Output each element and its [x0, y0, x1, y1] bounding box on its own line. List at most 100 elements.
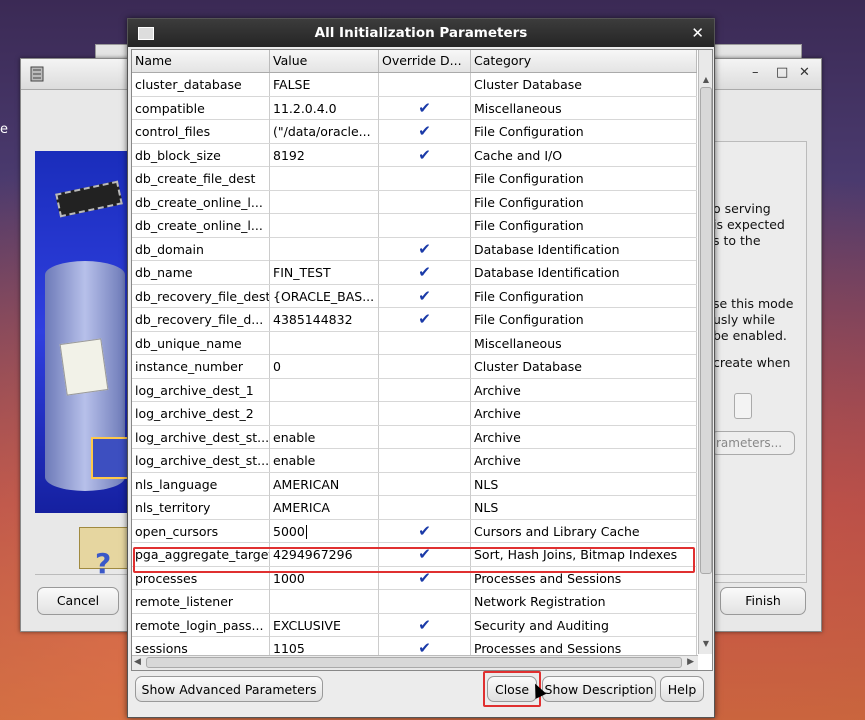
override-cell[interactable] [379, 402, 471, 425]
param-value[interactable]: 11.2.0.4.0 [270, 96, 379, 120]
close-icon[interactable]: ✕ [691, 19, 704, 47]
override-cell[interactable] [379, 190, 471, 214]
column-header-name[interactable]: Name [132, 50, 270, 72]
table-row[interactable]: db_recovery_file_dest {ORACLE_BAS... ✔ File… [132, 284, 697, 308]
table-row[interactable]: db_unique_name Miscellaneous [132, 331, 697, 355]
table-row[interactable]: db_name FIN_TEST ✔ Database Identification [132, 261, 697, 285]
table-row[interactable]: instance_number 0 Cluster Database [132, 355, 697, 379]
param-value[interactable]: {ORACLE_BAS... [270, 284, 379, 308]
table-row[interactable]: compatible 11.2.0.4.0 ✔ Miscellaneous [132, 96, 697, 120]
param-value[interactable]: EXCLUSIVE [270, 613, 379, 637]
override-cell[interactable] [379, 472, 471, 496]
table-row[interactable]: db_domain ✔ Database Identification [132, 237, 697, 261]
param-value[interactable]: enable [270, 449, 379, 472]
table-row[interactable]: control_files ("/data/oracle... ✔ File Conf… [132, 120, 697, 144]
param-value[interactable] [270, 378, 379, 402]
override-cell[interactable]: ✔ [379, 261, 471, 284]
param-value[interactable]: 1000 [270, 566, 379, 590]
param-value[interactable]: enable [270, 425, 379, 449]
override-cell[interactable] [379, 214, 471, 237]
table-row[interactable]: db_block_size 8192 ✔ Cache and I/O [132, 143, 697, 167]
override-cell[interactable]: ✔ [379, 96, 471, 120]
table-row[interactable]: db_create_online_l... File Configuration [132, 190, 697, 214]
param-value[interactable] [270, 331, 379, 355]
table-row[interactable]: remote_listener Network Registration [132, 590, 697, 614]
help-button[interactable]: Help [660, 676, 704, 702]
param-value[interactable] [270, 402, 379, 425]
param-value[interactable]: 4385144832 [270, 308, 379, 331]
param-value[interactable]: FIN_TEST [270, 261, 379, 284]
horizontal-scrollbar[interactable]: ◀ ▶ [132, 655, 698, 670]
param-value[interactable]: AMERICAN [270, 472, 379, 496]
scroll-thumb[interactable] [700, 87, 712, 574]
override-cell[interactable] [379, 73, 471, 96]
cancel-button[interactable]: Cancel [37, 587, 119, 615]
show-description-button[interactable]: Show Description [542, 676, 656, 702]
close-button[interactable]: Close [487, 676, 537, 702]
checkmark-icon: ✔ [418, 145, 431, 164]
table-row[interactable]: db_recovery_file_d... 4385144832 ✔ File Con… [132, 308, 697, 332]
minimize-icon[interactable]: – [752, 65, 759, 80]
param-value[interactable] [270, 167, 379, 190]
override-cell[interactable]: ✔ [379, 566, 471, 590]
override-cell[interactable] [379, 590, 471, 613]
param-value[interactable]: AMERICA [270, 496, 379, 519]
override-cell[interactable] [379, 425, 471, 449]
close-icon[interactable]: ✕ [799, 65, 810, 80]
column-header-value[interactable]: Value [270, 50, 379, 72]
number-spinner[interactable] [734, 393, 752, 419]
override-cell[interactable]: ✔ [379, 613, 471, 637]
param-value[interactable] [270, 190, 379, 214]
table-row[interactable]: log_archive_dest_1 Archive [132, 378, 697, 402]
show-advanced-parameters-button[interactable]: Show Advanced Parameters [135, 676, 323, 702]
table-row[interactable]: nls_language AMERICAN NLS [132, 472, 697, 496]
override-cell[interactable] [379, 449, 471, 472]
hscroll-thumb[interactable] [146, 657, 682, 668]
column-header-category[interactable]: Category [471, 50, 697, 72]
param-value[interactable]: 0 [270, 355, 379, 378]
table-row[interactable]: log_archive_dest_2 Archive [132, 402, 697, 426]
table-row[interactable]: processes 1000 ✔ Processes and Sessions [132, 566, 697, 590]
param-value[interactable]: 5000 [270, 519, 379, 543]
override-cell[interactable]: ✔ [379, 237, 471, 261]
scroll-left-icon[interactable]: ◀ [134, 657, 141, 667]
param-category: Cache and I/O [471, 143, 697, 167]
table-row[interactable]: db_create_file_dest File Configuration [132, 167, 697, 191]
table-row[interactable]: pga_aggregate_target 4294967296 ✔ Sort, Has… [132, 543, 697, 567]
table-row[interactable]: nls_territory AMERICA NLS [132, 496, 697, 520]
table-row[interactable]: remote_login_pass... EXCLUSIVE ✔ Security a… [132, 613, 697, 637]
override-cell[interactable] [379, 496, 471, 519]
scroll-right-icon[interactable]: ▶ [687, 657, 694, 667]
override-cell[interactable] [379, 355, 471, 378]
vertical-scrollbar[interactable]: ▲ ▼ [698, 50, 712, 654]
param-value[interactable] [270, 214, 379, 237]
override-cell[interactable] [379, 167, 471, 190]
param-name: processes [132, 566, 270, 590]
maximize-icon[interactable]: □ [776, 65, 788, 80]
table-row[interactable]: cluster_database FALSE Cluster Database [132, 73, 697, 97]
param-value[interactable]: 8192 [270, 143, 379, 167]
all-parameters-button[interactable]: rameters... [711, 431, 795, 455]
override-cell[interactable]: ✔ [379, 308, 471, 331]
scroll-up-icon[interactable]: ▲ [700, 74, 712, 86]
param-value[interactable] [270, 237, 379, 261]
column-header-override[interactable]: Override D... [379, 50, 471, 72]
override-cell[interactable]: ✔ [379, 284, 471, 308]
param-value[interactable]: ("/data/oracle... [270, 120, 379, 143]
override-cell[interactable] [379, 331, 471, 355]
override-cell[interactable]: ✔ [379, 543, 471, 566]
param-value[interactable] [270, 590, 379, 613]
override-cell[interactable] [379, 378, 471, 402]
table-row[interactable]: log_archive_dest_st... enable Archive [132, 425, 697, 449]
override-cell[interactable]: ✔ [379, 143, 471, 167]
table-row[interactable]: open_cursors 5000 ✔ Cursors and Library Cac… [132, 519, 697, 543]
override-cell[interactable]: ✔ [379, 519, 471, 543]
table-row[interactable]: log_archive_dest_st... enable Archive [132, 449, 697, 473]
table-row[interactable]: db_create_online_l... File Configuration [132, 214, 697, 238]
finish-button[interactable]: Finish [720, 587, 806, 615]
param-name: compatible [132, 96, 270, 120]
param-value[interactable]: FALSE [270, 73, 379, 96]
override-cell[interactable]: ✔ [379, 120, 471, 143]
scroll-down-icon[interactable]: ▼ [700, 638, 712, 650]
param-value[interactable]: 4294967296 [270, 543, 379, 566]
